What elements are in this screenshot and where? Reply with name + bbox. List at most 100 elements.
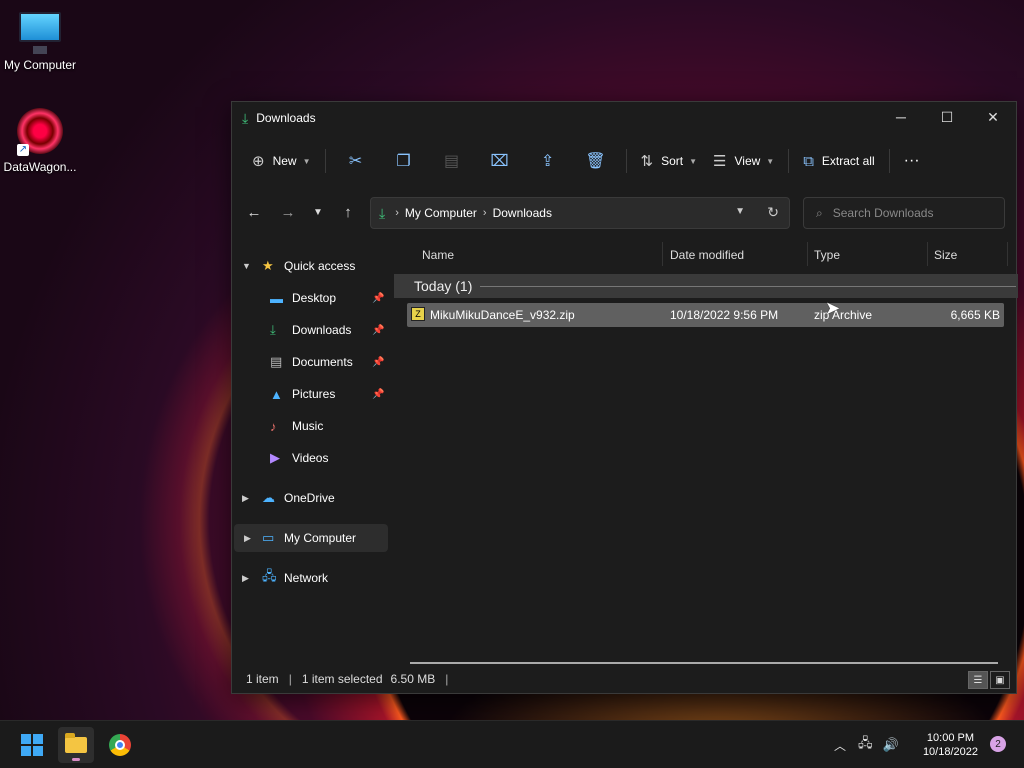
status-divider: |: [288, 672, 292, 686]
column-divider[interactable]: [927, 242, 928, 266]
clock[interactable]: 10:00 PM 10/18/2022: [923, 731, 978, 759]
column-headers: Name Date modified Type Size: [392, 240, 1016, 268]
extract-all-button[interactable]: ⧉ Extract all: [795, 145, 882, 177]
nav-documents[interactable]: ▤ Documents 📌: [232, 348, 390, 376]
desktop-icon-datawagon[interactable]: ↗ DataWagon...: [0, 108, 80, 174]
status-item-count: 1 item: [246, 672, 279, 686]
pin-icon[interactable]: 📌: [372, 293, 384, 304]
clock-time: 10:00 PM: [926, 732, 975, 744]
desktop-icon: ▬: [270, 290, 283, 306]
breadcrumb-separator-icon: ›: [395, 207, 399, 219]
new-label: New: [272, 154, 297, 168]
column-name[interactable]: Name: [422, 248, 454, 262]
paste-button[interactable]: ▤: [428, 145, 476, 177]
column-date-modified[interactable]: Date modified: [670, 248, 744, 262]
maximize-button[interactable]: ☐: [924, 102, 970, 132]
nav-onedrive[interactable]: ▶ ☁ OneDrive: [232, 484, 390, 512]
column-size[interactable]: Size: [934, 248, 957, 262]
document-icon: ▤: [270, 354, 283, 369]
table-row[interactable]: Z MikuMikuDanceE_v932.zip 10/18/2022 9:5…: [407, 303, 1004, 327]
refresh-icon[interactable]: ↻: [767, 204, 779, 221]
delete-button[interactable]: 🗑: [572, 145, 620, 177]
chevron-right-icon: ▶: [242, 572, 249, 583]
pin-icon[interactable]: 📌: [372, 325, 384, 336]
new-button[interactable]: ⊕ New ▼: [244, 145, 319, 177]
see-more-button[interactable]: ···: [896, 145, 928, 177]
nav-network[interactable]: ▶ 🖧 Network: [232, 564, 390, 592]
nav-pictures[interactable]: ▲ Pictures 📌: [232, 380, 390, 408]
nav-desktop[interactable]: ▬ Desktop 📌: [232, 284, 390, 312]
group-label: Today (1): [414, 278, 473, 294]
search-input[interactable]: ⌕ Search Downloads: [803, 197, 1005, 229]
taskbar-chrome[interactable]: [102, 727, 138, 763]
group-header-today[interactable]: Today (1): [394, 274, 1018, 298]
arrow-right-icon: →: [280, 203, 296, 221]
tiles-view-button[interactable]: ▣: [990, 671, 1010, 689]
picture-icon: ▲: [270, 386, 283, 402]
view-button[interactable]: ☰ View ▼: [705, 145, 782, 177]
chevron-down-icon: ▼: [242, 261, 251, 271]
window-title: Downloads: [256, 111, 316, 125]
share-icon: ⇪: [540, 153, 555, 170]
column-divider[interactable]: [662, 242, 663, 266]
start-button[interactable]: [14, 727, 50, 763]
nav-music[interactable]: ♪ Music: [232, 412, 390, 440]
download-icon: ⤓: [242, 109, 249, 126]
chevron-down-icon: ▼: [313, 206, 323, 218]
column-divider[interactable]: [1007, 242, 1008, 266]
forward-button[interactable]: →: [274, 198, 302, 226]
cut-button[interactable]: ✂: [332, 145, 380, 177]
horizontal-scrollbar[interactable]: [410, 662, 998, 664]
nav-label: Pictures: [292, 387, 336, 401]
up-button[interactable]: ↑: [334, 198, 362, 226]
recent-locations-button[interactable]: ▼: [304, 198, 332, 226]
nav-quick-access[interactable]: ▼ ★ Quick access: [232, 252, 390, 280]
close-button[interactable]: ✕: [970, 102, 1016, 132]
divider: [324, 149, 326, 173]
file-type: zip Archive: [814, 308, 873, 322]
more-icon: ···: [903, 152, 920, 169]
nav-label: Desktop: [292, 291, 337, 305]
taskbar-file-explorer[interactable]: [58, 727, 94, 763]
chevron-right-icon: ▶: [242, 492, 249, 503]
desktop-icon-label: DataWagon...: [3, 160, 77, 174]
breadcrumb-my-computer[interactable]: My Computer: [405, 206, 477, 220]
group-divider: [480, 285, 1016, 287]
zip-file-icon: Z: [411, 307, 425, 321]
network-status-icon[interactable]: 🖧: [858, 734, 873, 756]
sort-button[interactable]: ⇅ Sort ▼: [633, 145, 706, 177]
volume-icon[interactable]: 🔊: [883, 737, 899, 753]
nav-label: Music: [292, 419, 324, 433]
download-icon: ⤓: [270, 322, 276, 337]
address-bar[interactable]: ⤓ › My Computer › Downloads ▼ ↻: [370, 197, 790, 229]
breadcrumb-downloads[interactable]: Downloads: [493, 206, 552, 220]
status-selected: 1 item selected: [301, 672, 383, 686]
video-icon: ▶: [270, 450, 280, 465]
nav-label: My Computer: [284, 531, 357, 545]
shortcut-arrow-icon: ↗: [17, 144, 29, 156]
details-view-button[interactable]: ☰: [968, 671, 988, 689]
share-button[interactable]: ⇪: [524, 145, 572, 177]
nav-videos[interactable]: ▶ Videos: [232, 444, 390, 472]
chevron-up-icon[interactable]: ︿: [834, 737, 846, 754]
back-button[interactable]: ←: [240, 198, 268, 226]
music-icon: ♪: [270, 418, 277, 434]
nav-my-computer[interactable]: ▶ ▭ My Computer: [234, 524, 388, 552]
column-divider[interactable]: [807, 242, 808, 266]
column-type[interactable]: Type: [814, 248, 840, 262]
chevron-down-icon: ▼: [302, 156, 311, 166]
nav-downloads[interactable]: ⤓ Downloads 📌: [232, 316, 390, 344]
nav-label: OneDrive: [284, 491, 335, 505]
copy-button[interactable]: ❐: [380, 145, 428, 177]
pin-icon[interactable]: 📌: [372, 389, 384, 400]
minimize-button[interactable]: ─: [878, 102, 924, 132]
notification-badge[interactable]: 2: [990, 736, 1006, 752]
desktop-icon-my-computer[interactable]: My Computer: [0, 12, 80, 72]
status-size: 6.50 MB: [390, 672, 436, 686]
desktop-icon-label: My Computer: [3, 58, 77, 72]
divider: [625, 149, 627, 173]
file-list: Name Date modified Type Size Today (1) Z…: [392, 240, 1018, 661]
rename-button[interactable]: ⌧: [476, 145, 524, 177]
pin-icon[interactable]: 📌: [372, 357, 384, 368]
address-dropdown-icon[interactable]: ▼: [735, 206, 745, 217]
